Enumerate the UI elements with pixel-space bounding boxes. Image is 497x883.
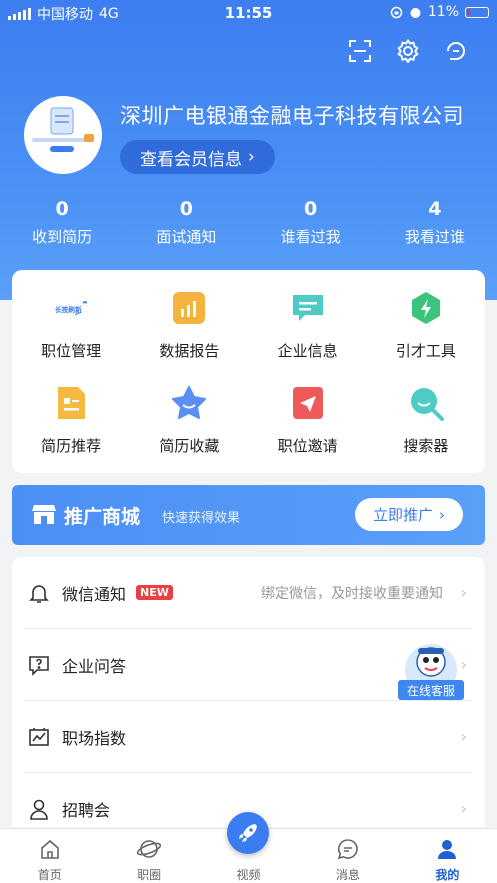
- bell-icon: [26, 582, 52, 604]
- battery-percent: 11%: [427, 4, 459, 20]
- menu-label: 职场指数: [62, 728, 127, 748]
- tool-label: 数据报告: [159, 342, 220, 360]
- tool-searcher[interactable]: 搜索器: [367, 379, 485, 474]
- menu-label: 微信通知: [62, 584, 127, 604]
- tab-label: 消息: [335, 868, 360, 882]
- tab-label: 视频: [236, 868, 261, 882]
- video-rocket-button[interactable]: [227, 812, 269, 854]
- tab-home[interactable]: 首页: [0, 829, 99, 883]
- tab-label: 我的: [435, 868, 460, 882]
- menu-hint: 绑定微信，及时接收重要通知: [261, 585, 443, 602]
- stat-value: 0: [55, 198, 69, 220]
- stats-row: 0 收到简历 0 面试通知 0 谁看过我 4 我看过谁: [0, 198, 497, 247]
- menu-label: 招聘会: [62, 800, 111, 820]
- tab-label: 首页: [37, 868, 62, 882]
- service-mascot-icon: [405, 644, 457, 696]
- battery-icon: [465, 6, 489, 18]
- tool-label: 企业信息: [277, 342, 338, 360]
- chevron-right-icon: ›: [460, 727, 467, 746]
- resume-icon: [51, 383, 91, 423]
- stat-value: 4: [428, 198, 442, 220]
- tool-data-report[interactable]: 数据报告: [130, 284, 248, 379]
- stat-label: 谁看过我: [280, 228, 341, 246]
- stat-label: 收到简历: [32, 228, 93, 246]
- bar-chart-icon: [169, 288, 209, 328]
- refresh-badge-icon: 长按刷新: [51, 288, 91, 328]
- view-member-info-button[interactable]: 查看会员信息 ›: [120, 140, 275, 174]
- star-icon: [169, 383, 209, 423]
- chevron-right-icon: ›: [460, 583, 467, 602]
- rocket-icon: [239, 824, 257, 842]
- tool-label: 职位管理: [41, 342, 102, 360]
- menu-item-workplace-index[interactable]: 职场指数 ›: [26, 701, 471, 773]
- shop-icon: [32, 503, 56, 529]
- tool-job-management[interactable]: 长按刷新 职位管理: [12, 284, 130, 379]
- company-name: 深圳广电银通金融电子科技有限公司: [120, 104, 464, 128]
- menu-label: 企业问答: [62, 656, 127, 676]
- tool-company-info[interactable]: 企业信息: [249, 284, 367, 379]
- tab-label: 职圈: [137, 868, 162, 882]
- stat-label: 面试通知: [156, 228, 217, 246]
- chevron-right-icon: ›: [460, 799, 467, 818]
- message-icon: [288, 288, 328, 328]
- home-icon: [39, 837, 61, 860]
- promo-title: 推广商城: [64, 506, 141, 528]
- stat-who-viewed-me[interactable]: 0 谁看过我: [249, 198, 373, 247]
- user-icon: [436, 837, 458, 860]
- tool-resume-favorites[interactable]: 简历收藏: [130, 379, 248, 474]
- stat-value: 0: [179, 198, 193, 220]
- tool-label: 简历推荐: [41, 437, 102, 455]
- tab-circle[interactable]: 职圈: [99, 829, 198, 883]
- stat-label: 我看过谁: [404, 228, 465, 246]
- send-icon: [288, 383, 328, 423]
- search-icon: [406, 383, 446, 423]
- tool-label: 引才工具: [395, 342, 456, 360]
- online-service-button[interactable]: 在线客服: [398, 640, 464, 704]
- stat-interview-notices[interactable]: 0 面试通知: [124, 198, 248, 247]
- member-button-label: 查看会员信息: [140, 149, 242, 170]
- chart-icon: [26, 726, 52, 748]
- alarm-icon: [410, 7, 421, 18]
- status-bar: 中国移动 4G 11:55 11%: [0, 0, 497, 26]
- tool-badge-text: 长按刷新: [55, 305, 82, 314]
- tool-job-invite[interactable]: 职位邀请: [249, 379, 367, 474]
- promo-banner[interactable]: 推广商城 快速获得效果 立即推广 ›: [12, 485, 485, 545]
- scan-icon[interactable]: [347, 38, 373, 64]
- settings-gear-icon[interactable]: [395, 38, 421, 64]
- stat-who-i-viewed[interactable]: 4 我看过谁: [373, 198, 497, 247]
- planet-icon: [137, 837, 162, 860]
- person-icon: [26, 798, 52, 820]
- tool-label: 搜索器: [403, 437, 449, 455]
- stat-received-resumes[interactable]: 0 收到简历: [0, 198, 124, 247]
- service-label: 在线客服: [398, 680, 464, 700]
- tab-mine[interactable]: 我的: [398, 829, 497, 883]
- chevron-right-icon: ›: [439, 505, 445, 524]
- lightning-icon: [406, 288, 446, 328]
- promote-button-label: 立即推广: [372, 506, 433, 524]
- lock-rotation-icon: [390, 6, 403, 18]
- new-badge: NEW: [136, 585, 173, 600]
- tools-card: 长按刷新 职位管理 数据报告 企业信息 引才工具 简历推荐 简历收藏 职位邀请 …: [12, 270, 485, 473]
- chat-icon: [337, 837, 359, 860]
- promote-now-button[interactable]: 立即推广 ›: [355, 498, 463, 531]
- customer-service-icon[interactable]: [443, 38, 469, 64]
- chevron-right-icon: ›: [248, 147, 255, 167]
- tool-label: 简历收藏: [159, 437, 220, 455]
- question-icon: [26, 654, 52, 676]
- tool-recruiting-tools[interactable]: 引才工具: [367, 284, 485, 379]
- menu-item-wechat-notify[interactable]: 微信通知 NEW 绑定微信，及时接收重要通知 ›: [26, 557, 471, 629]
- tool-label: 职位邀请: [277, 437, 338, 455]
- promo-subtitle: 快速获得效果: [162, 511, 241, 526]
- company-avatar[interactable]: [24, 96, 102, 174]
- tab-messages[interactable]: 消息: [298, 829, 397, 883]
- tool-resume-recommend[interactable]: 简历推荐: [12, 379, 130, 474]
- stat-value: 0: [304, 198, 318, 220]
